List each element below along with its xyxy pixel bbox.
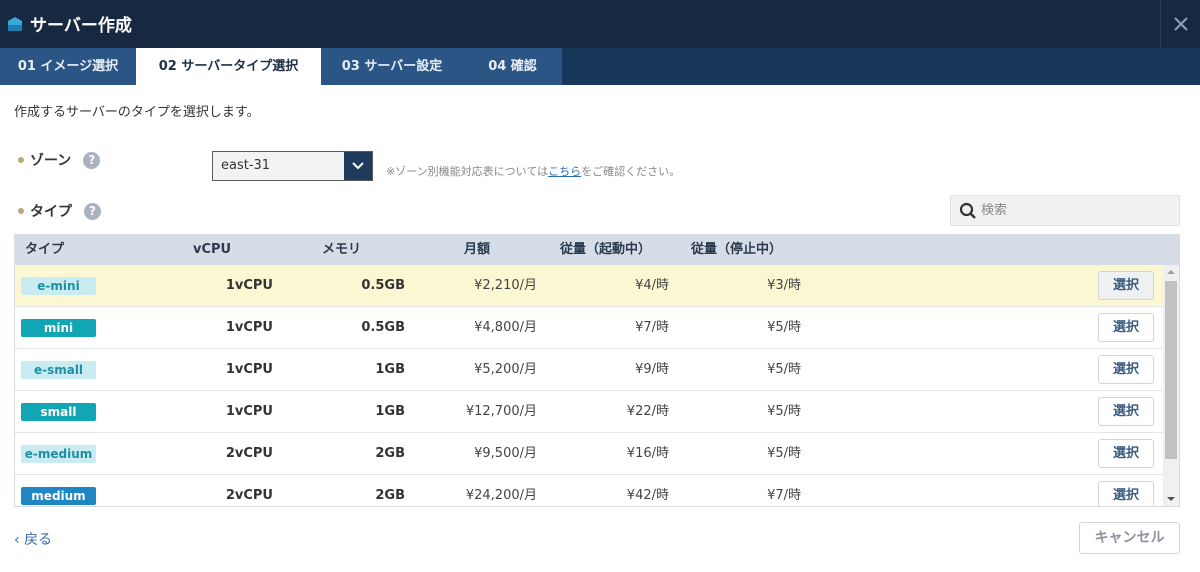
header-type: タイプ [25,242,65,257]
search-box[interactable] [950,195,1180,226]
running-rate-cell: ¥22/時 [626,404,669,419]
header-monthly: 月額 [464,242,491,257]
bullet-icon [18,157,24,163]
select-button[interactable]: 選択 [1098,439,1154,468]
type-badge: e-mini [21,277,96,295]
memory-cell: 0.5GB [361,320,405,335]
zone-note-prefix: ※ゾーン別機能対応表については [386,165,549,178]
memory-cell: 2GB [375,446,405,461]
zone-label-group: ゾーン ? [18,150,101,170]
memory-cell: 1GB [375,404,405,419]
stopped-rate-cell: ¥5/時 [767,362,801,377]
type-label: タイプ [30,204,72,220]
vcpu-cell: 1vCPU [225,362,273,377]
header-stopped: 従量（停止中） [691,242,783,257]
server-icon [8,17,22,31]
vcpu-cell: 2vCPU [225,446,273,461]
search-icon [959,202,976,219]
scroll-down-icon[interactable] [1163,492,1179,506]
running-rate-cell: ¥16/時 [626,446,669,461]
tab-server-type-select[interactable]: 02 サーバータイプ選択 [136,48,321,85]
memory-cell: 2GB [375,488,405,503]
stopped-rate-cell: ¥7/時 [767,488,801,503]
tab-confirm[interactable]: 04 確認 [463,48,562,85]
zone-select-value: east-31 [221,158,271,173]
select-button[interactable]: 選択 [1098,481,1154,506]
stopped-rate-cell: ¥3/時 [767,278,801,293]
monthly-price-cell: ¥2,210/月 [474,278,537,293]
monthly-price-cell: ¥5,200/月 [474,362,537,377]
table-row[interactable]: small 1vCPU 1GB ¥12,700/月 ¥22/時 ¥5/時 選択 [15,391,1163,433]
scroll-up-icon[interactable] [1163,265,1179,279]
vcpu-cell: 1vCPU [225,404,273,419]
dialog-title: サーバー作成 [30,16,132,36]
stopped-rate-cell: ¥5/時 [767,320,801,335]
scrollbar-thumb[interactable] [1165,281,1177,459]
bullet-icon [18,208,24,214]
type-badge: mini [21,319,96,337]
memory-cell: 1GB [375,362,405,377]
type-badge: small [21,403,96,421]
back-label: 戻る [24,532,53,548]
vcpu-cell: 1vCPU [225,278,273,293]
memory-cell: 0.5GB [361,278,405,293]
tab-server-settings[interactable]: 03 サーバー設定 [321,48,463,85]
server-type-table: タイプ vCPU メモリ 月額 従量（起動中） 従量（停止中） e-mini 1v… [14,234,1180,507]
table-row[interactable]: e-medium 2vCPU 2GB ¥9,500/月 ¥16/時 ¥5/時 選択 [15,433,1163,475]
select-button[interactable]: 選択 [1098,313,1154,342]
stopped-rate-cell: ¥5/時 [767,446,801,461]
back-link[interactable]: ‹ 戻る [14,529,52,549]
close-button[interactable] [1160,0,1200,48]
zone-select[interactable]: east-31 [212,151,373,181]
table-body: e-mini 1vCPU 0.5GB ¥2,210/月 ¥4/時 ¥3/時 選択 mini 1v… [15,265,1163,506]
zone-note-link[interactable]: こちら [548,165,581,178]
type-label-group: タイプ ? [18,201,101,221]
select-button[interactable]: 選択 [1098,397,1154,426]
running-rate-cell: ¥7/時 [635,320,669,335]
table-header: タイプ vCPU メモリ 月額 従量（起動中） 従量（停止中） [15,235,1179,265]
search-input[interactable] [981,203,1171,218]
dialog-title-bar: サーバー作成 [0,0,1200,48]
zone-note-suffix: をご確認ください。 [581,165,681,178]
help-icon[interactable]: ? [83,151,101,169]
type-badge: e-medium [21,445,96,463]
table-row[interactable]: e-small 1vCPU 1GB ¥5,200/月 ¥9/時 ¥5/時 選択 [15,349,1163,391]
monthly-price-cell: ¥24,200/月 [465,488,537,503]
vcpu-cell: 2vCPU [225,488,273,503]
zone-note: ※ゾーン別機能対応表についてはこちらをご確認ください。 [386,163,680,179]
table-row[interactable]: e-mini 1vCPU 0.5GB ¥2,210/月 ¥4/時 ¥3/時 選択 [15,265,1163,307]
monthly-price-cell: ¥12,700/月 [465,404,537,419]
select-button[interactable]: 選択 [1098,355,1154,384]
running-rate-cell: ¥42/時 [626,488,669,503]
zone-label: ゾーン [30,153,72,169]
type-badge: e-small [21,361,96,379]
chevron-left-icon: ‹ [14,532,20,548]
select-button[interactable]: 選択 [1098,271,1154,300]
intro-text: 作成するサーバーのタイプを選択します。 [14,105,260,120]
header-memory: メモリ [322,242,362,257]
monthly-price-cell: ¥4,800/月 [474,320,537,335]
table-row[interactable]: mini 1vCPU 0.5GB ¥4,800/月 ¥7/時 ¥5/時 選択 [15,307,1163,349]
table-row[interactable]: medium 2vCPU 2GB ¥24,200/月 ¥42/時 ¥7/時 選択 [15,475,1163,506]
vcpu-cell: 1vCPU [225,320,273,335]
chevron-down-icon [344,152,372,180]
running-rate-cell: ¥4/時 [635,278,669,293]
header-vcpu: vCPU [193,242,232,257]
monthly-price-cell: ¥9,500/月 [474,446,537,461]
step-tabs: 01 イメージ選択 02 サーバータイプ選択 03 サーバー設定 04 確認 [0,48,1200,85]
help-icon[interactable]: ? [84,202,101,220]
running-rate-cell: ¥9/時 [635,362,669,377]
header-running: 従量（起動中） [560,242,652,257]
tab-image-select[interactable]: 01 イメージ選択 [0,48,136,85]
stopped-rate-cell: ¥5/時 [767,404,801,419]
cancel-button[interactable]: キャンセル [1079,522,1180,554]
close-icon [1173,17,1188,31]
step-tab-row: 01 イメージ選択 02 サーバータイプ選択 03 サーバー設定 04 確認 [0,48,562,85]
table-scrollbar[interactable] [1163,265,1179,506]
type-badge: medium [21,487,96,505]
